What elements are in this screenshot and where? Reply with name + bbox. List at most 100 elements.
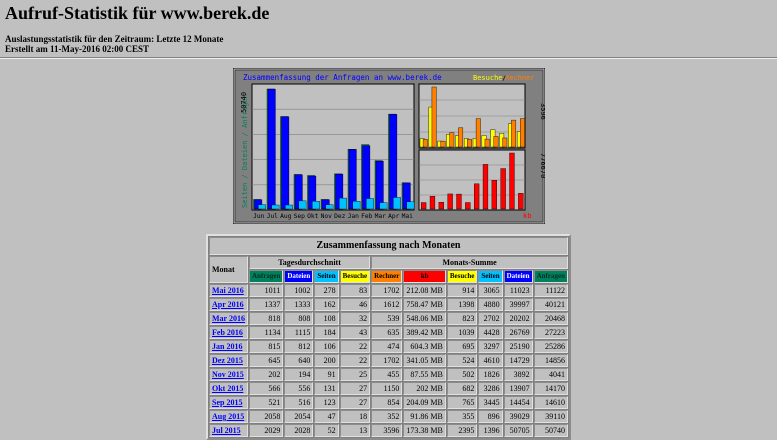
month-link[interactable]: Jul 2015: [212, 426, 241, 435]
value-cell: 25: [339, 368, 371, 381]
month-cell: Apr 2016: [209, 298, 248, 311]
month-cell: Mar 2016: [209, 312, 248, 325]
month-cell: Nov 2015: [209, 368, 248, 381]
value-cell: 1702: [371, 284, 403, 297]
value-cell: 106: [314, 340, 339, 353]
kb-label: kb: [523, 212, 531, 220]
month-link[interactable]: Sep 2015: [212, 398, 242, 407]
value-cell: 131: [314, 382, 339, 395]
bar-dateien: [267, 88, 276, 210]
table-row: Jul 2015 2029 2028 52 13 3596 173.38 MB 2395 139…: [209, 424, 568, 437]
value-cell: 11122: [533, 284, 568, 297]
month-link[interactable]: Apr 2016: [212, 300, 244, 309]
bar-kb: [438, 202, 444, 210]
value-cell: 1011: [248, 284, 284, 297]
period-text: Auslastungsstatistik für den Zeitraum: L…: [5, 34, 224, 44]
value-cell: 18: [339, 410, 371, 423]
value-cell: 14610: [533, 396, 568, 409]
bar-seiten: [379, 202, 388, 210]
month-link[interactable]: Okt 2015: [212, 384, 243, 393]
bar-dateien: [389, 114, 398, 210]
value-cell: 4610: [478, 354, 503, 367]
value-cell: 645: [248, 354, 284, 367]
bar-kb: [447, 193, 453, 210]
x-tick-label: Feb: [361, 213, 373, 220]
x-tick-label: Okt: [307, 213, 319, 220]
value-cell: 566: [248, 382, 284, 395]
table-row: Mar 2016 818 808 108 32 539 548.06 MB 823 2702 20…: [209, 312, 568, 325]
value-cell: 521: [248, 396, 284, 409]
month-link[interactable]: Jan 2016: [212, 342, 242, 351]
value-cell: 355: [446, 410, 478, 423]
value-cell: 1396: [478, 424, 503, 437]
bar-dateien: [281, 116, 290, 210]
value-cell: 2702: [478, 312, 503, 325]
value-cell: 914: [446, 284, 478, 297]
month-link[interactable]: Feb 2016: [212, 328, 243, 337]
col-header-monthly-dateien: Dateien: [503, 270, 533, 283]
month-cell: Jan 2016: [209, 340, 248, 353]
month-link[interactable]: Nov 2015: [212, 370, 244, 379]
x-tick-label: Nov: [321, 213, 333, 220]
value-cell: 13: [339, 424, 371, 437]
col-header-monthly-seiten: Seiten: [478, 270, 503, 283]
hosts-bar-area: [418, 83, 526, 149]
bar-seiten: [366, 198, 374, 210]
value-cell: 4428: [478, 326, 503, 339]
value-cell: 50705: [503, 424, 533, 437]
month-cell: Jul 2015: [209, 424, 248, 437]
value-cell: 123: [314, 396, 339, 409]
x-tick-label: Jan: [348, 213, 360, 220]
value-cell: 25190: [503, 340, 533, 353]
value-cell: 46: [339, 298, 371, 311]
value-cell: 20202: [503, 312, 533, 325]
bar-rechner: [422, 139, 428, 148]
value-cell: 184: [314, 326, 339, 339]
value-cell: 765: [446, 396, 478, 409]
table-row: Jan 2016 815 812 106 22 474 604.3 MB 695 3297 251…: [209, 340, 568, 353]
value-cell: 1398: [446, 298, 478, 311]
value-cell: 2028: [284, 424, 314, 437]
value-cell: 502: [446, 368, 478, 381]
bar-seiten: [406, 201, 415, 210]
table-body: Mai 2016 1011 1002 278 83 1702 212.08 MB 914 306…: [209, 284, 568, 437]
value-cell: 3286: [478, 382, 503, 395]
value-cell: 812: [284, 340, 314, 353]
month-link[interactable]: Dez 2015: [212, 356, 243, 365]
col-header-monthly-rechner: Rechner: [371, 270, 403, 283]
value-cell: 4880: [478, 298, 503, 311]
summary-table: Zusammenfassung nach Monaten Monat Tages…: [206, 234, 571, 440]
month-cell: Mai 2016: [209, 284, 248, 297]
month-link[interactable]: Mar 2016: [212, 314, 245, 323]
bar-seiten: [393, 197, 401, 210]
value-cell: 43: [339, 326, 371, 339]
bar-kb: [491, 180, 497, 210]
month-cell: Dez 2015: [209, 354, 248, 367]
main-bar-area: [251, 83, 415, 211]
value-cell: 173.38 MB: [403, 424, 446, 437]
value-cell: 204.09 MB: [403, 396, 446, 409]
daily-header: Tagesdurchschnitt: [248, 256, 371, 269]
value-cell: 52: [314, 424, 339, 437]
month-link[interactable]: Aug 2015: [212, 412, 244, 421]
value-cell: 818: [248, 312, 284, 325]
bar-rechner: [449, 132, 455, 148]
value-cell: 1826: [478, 368, 503, 381]
value-cell: 2054: [284, 410, 314, 423]
table-title: Zusammenfassung nach Monaten: [209, 237, 568, 255]
table-row: Mai 2016 1011 1002 278 83 1702 212.08 MB 914 306…: [209, 284, 568, 297]
value-cell: 14729: [503, 354, 533, 367]
value-cell: 11023: [503, 284, 533, 297]
bar-rechner: [458, 127, 464, 148]
col-header-monthly-besuche: Besuche: [446, 270, 478, 283]
month-link[interactable]: Mai 2016: [212, 286, 244, 295]
x-tick-label: Jun: [253, 213, 265, 220]
value-cell: 91: [314, 368, 339, 381]
value-cell: 3065: [478, 284, 503, 297]
value-cell: 695: [446, 340, 478, 353]
bar-rechner: [511, 119, 517, 148]
x-tick-label: Jul: [267, 213, 279, 220]
value-cell: 20468: [533, 312, 568, 325]
value-cell: 91.86 MB: [403, 410, 446, 423]
bar-seiten: [325, 204, 334, 210]
